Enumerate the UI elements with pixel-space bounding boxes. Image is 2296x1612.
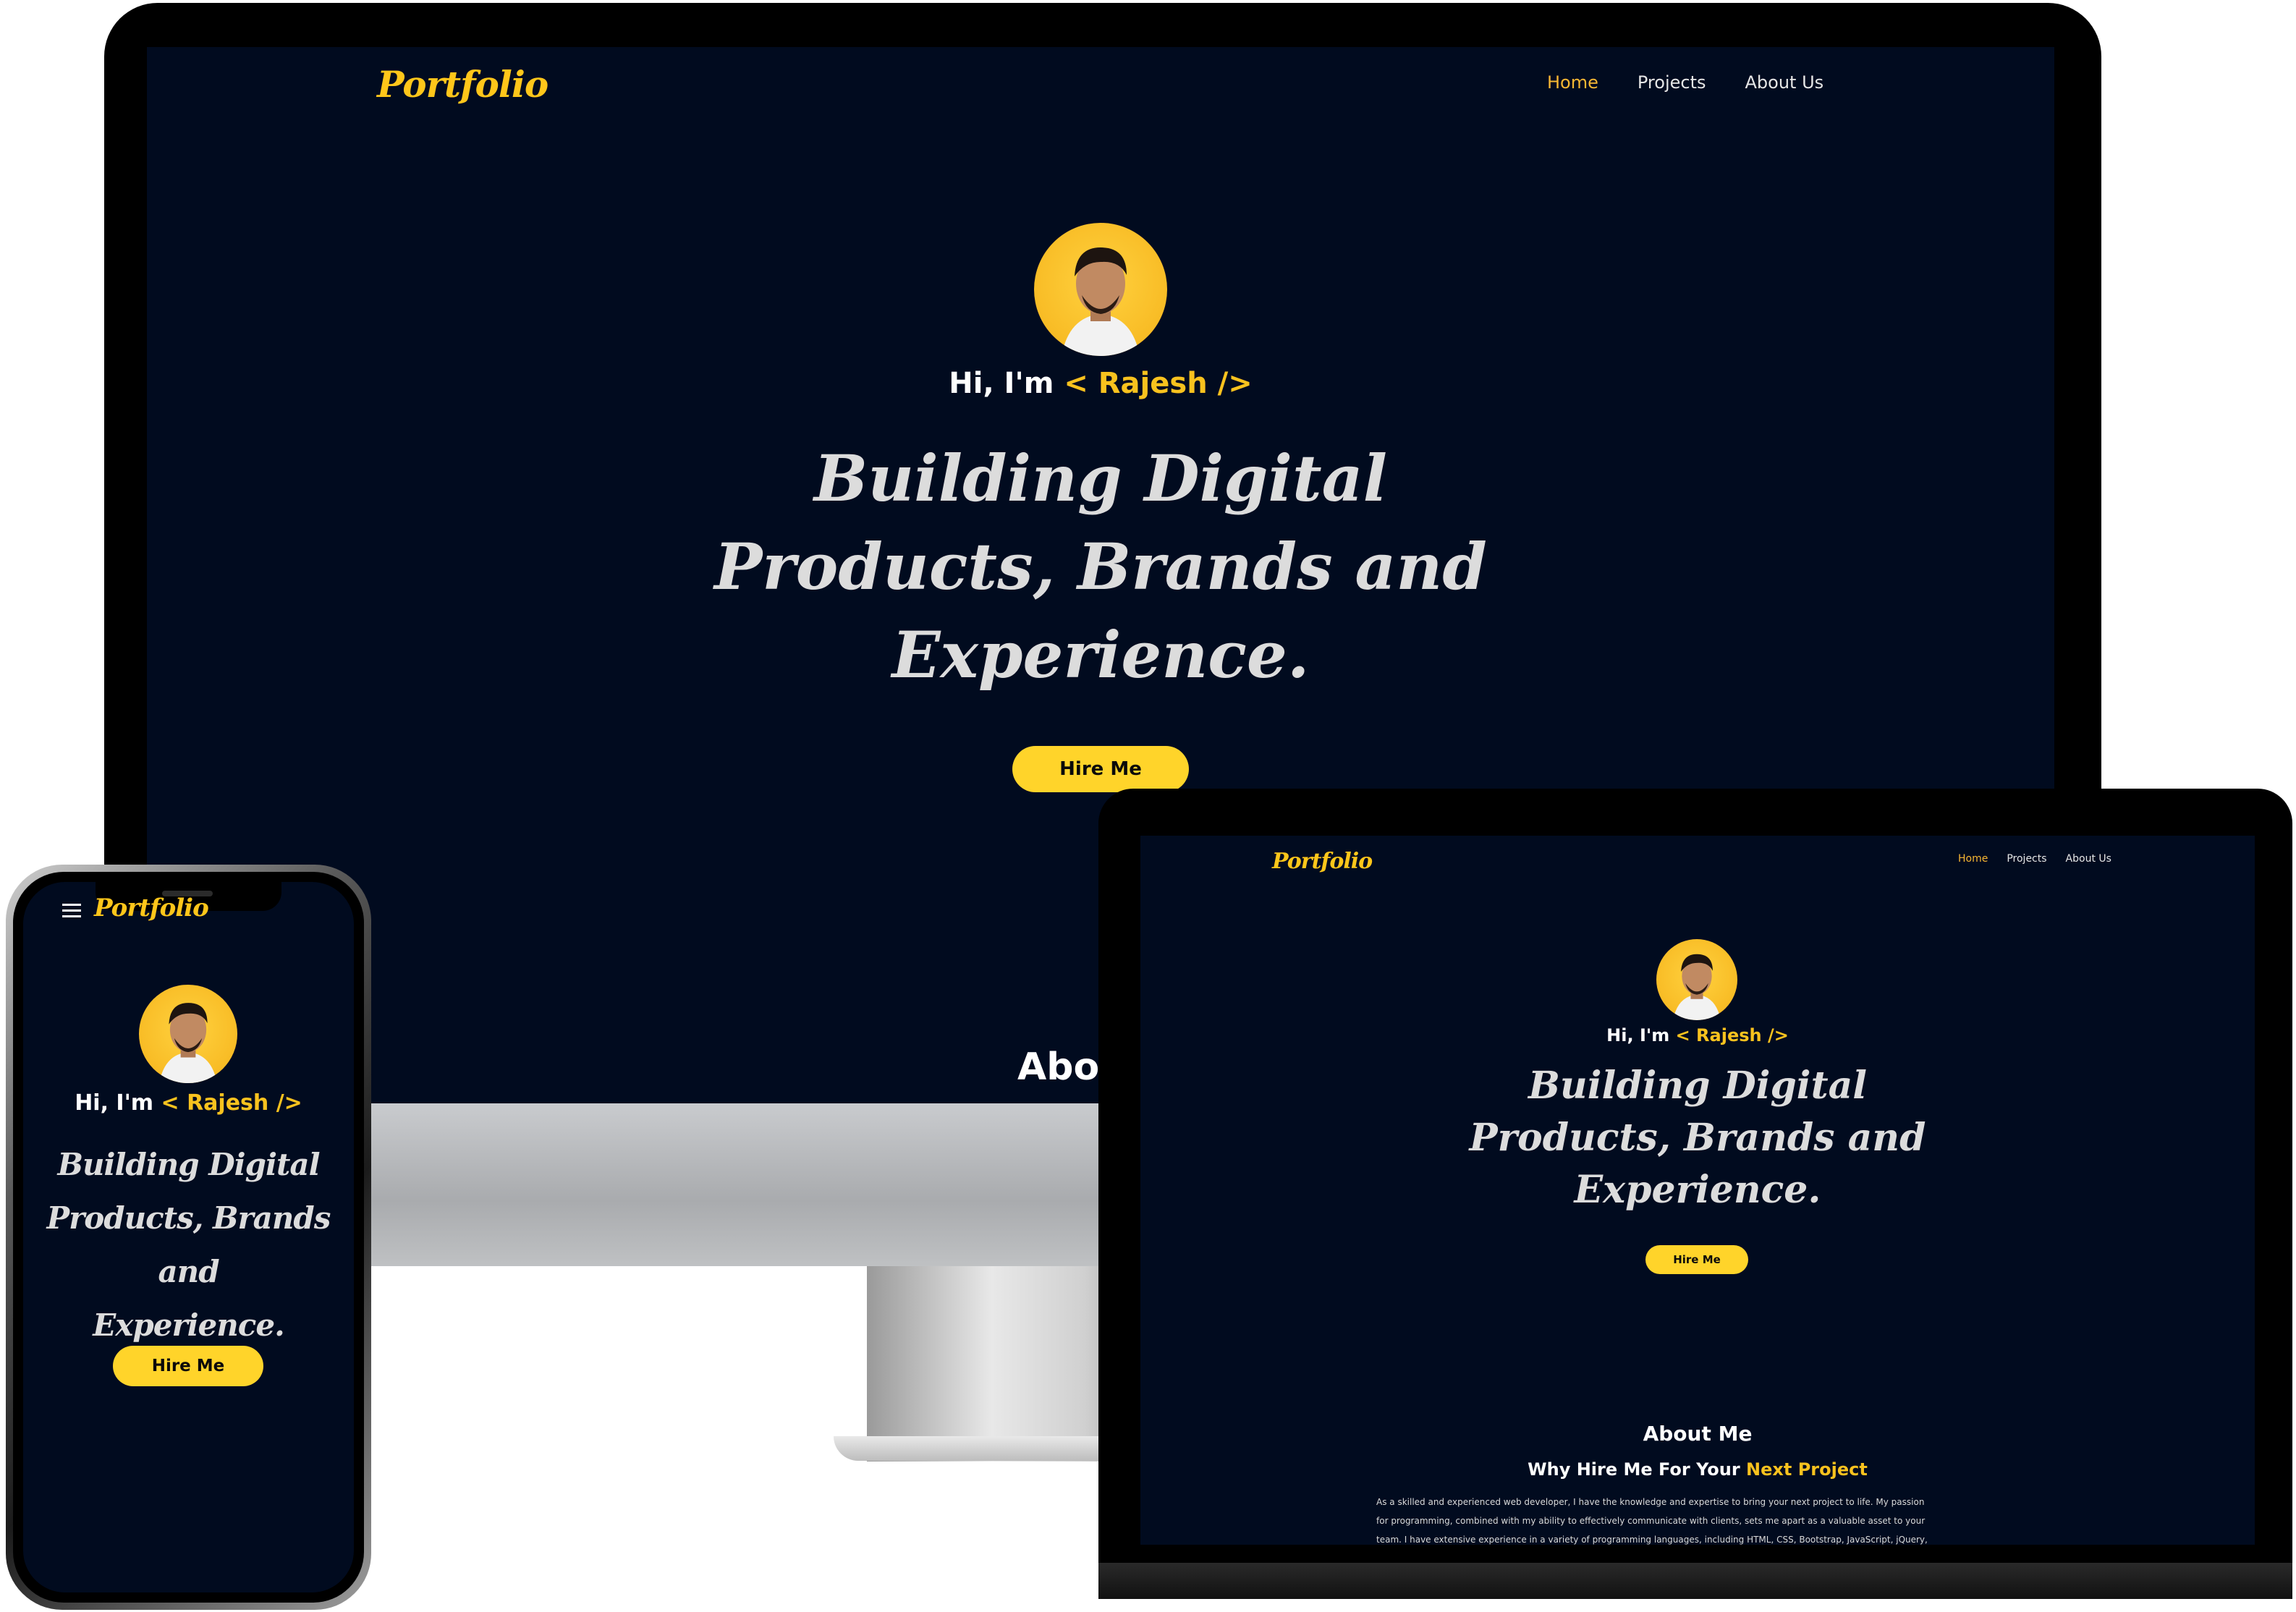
laptop-headline-line-2: Products, Brands and xyxy=(1469,1116,1926,1160)
about-line-1: As a skilled and experienced web develop… xyxy=(1376,1497,1925,1507)
nav-projects[interactable]: Projects xyxy=(1638,72,1706,93)
nav-about[interactable]: About Us xyxy=(1745,72,1824,93)
laptop-nav-projects[interactable]: Projects xyxy=(2007,853,2046,865)
desktop-logo[interactable]: Portfolio xyxy=(377,63,548,106)
phone-headline: Building Digital Products, Brands and Ex… xyxy=(23,1138,354,1352)
about-title: About Me xyxy=(1643,1422,1753,1446)
laptop-hire-button[interactable]: Hire Me xyxy=(1645,1245,1748,1274)
greeting-prefix: Hi, I'm xyxy=(949,367,1054,400)
about-subtitle-prefix: Why Hire Me For Your xyxy=(1528,1459,1740,1480)
laptop-nav-about[interactable]: About Us xyxy=(2066,853,2111,865)
laptop-base xyxy=(1098,1563,2292,1599)
desktop-nav: Home Projects About Us xyxy=(1547,72,1823,93)
desktop-greeting: Hi, I'm < Rajesh /> xyxy=(147,367,2054,400)
phone-hire-button[interactable]: Hire Me xyxy=(113,1346,263,1386)
laptop-greeting-prefix: Hi, I'm xyxy=(1606,1025,1670,1045)
about-line-3: team. I have extensive experience in a v… xyxy=(1376,1535,1928,1545)
greeting-name: < Rajesh /> xyxy=(1064,367,1253,400)
desktop-avatar xyxy=(1034,223,1167,356)
about-subtitle-highlight: Next Project xyxy=(1746,1459,1868,1480)
laptop-screen: Portfolio Home Projects About Us Hi, I'm… xyxy=(1140,836,2255,1545)
phone-headline-line-3: Experience. xyxy=(93,1307,284,1343)
phone-headline-line-2: Products, Brands and xyxy=(46,1200,331,1289)
laptop-nav: Home Projects About Us xyxy=(1958,853,2111,865)
phone-headline-line-1: Building Digital xyxy=(57,1147,320,1182)
phone-greeting: Hi, I'm < Rajesh /> xyxy=(23,1090,354,1116)
headline-line-3: Experience. xyxy=(891,617,1310,692)
laptop-headline-line-1: Building Digital xyxy=(1528,1064,1868,1108)
laptop-avatar xyxy=(1656,939,1737,1020)
phone-greeting-prefix: Hi, I'm xyxy=(75,1090,154,1116)
nav-home[interactable]: Home xyxy=(1547,72,1598,93)
headline-line-2: Products, Brands and xyxy=(714,529,1487,604)
laptop-greeting-name: < Rajesh /> xyxy=(1675,1025,1789,1045)
laptop-logo[interactable]: Portfolio xyxy=(1272,849,1373,874)
desktop-hire-button[interactable]: Hire Me xyxy=(1012,746,1189,792)
laptop-headline: Building Digital Products, Brands and Ex… xyxy=(1140,1060,2255,1216)
hamburger-menu-icon[interactable] xyxy=(62,902,81,918)
headline-line-1: Building Digital xyxy=(813,441,1388,516)
laptop-nav-home[interactable]: Home xyxy=(1958,853,1988,865)
about-text: As a skilled and experienced web develop… xyxy=(1376,1493,2028,1545)
phone-logo[interactable]: Portfolio xyxy=(94,894,209,922)
about-subtitle: Why Hire Me For Your Next Project xyxy=(1140,1459,2255,1480)
laptop-headline-line-3: Experience. xyxy=(1574,1168,1821,1212)
about-line-2: for programming, combined with my abilit… xyxy=(1376,1516,1926,1526)
phone-screen: Portfolio Hi, I'm < Rajesh /> Building D… xyxy=(23,882,354,1592)
phone-greeting-name: < Rajesh /> xyxy=(161,1090,302,1116)
desktop-headline: Building Digital Products, Brands and Ex… xyxy=(147,434,2054,699)
laptop-greeting: Hi, I'm < Rajesh /> xyxy=(1140,1025,2255,1045)
phone-avatar xyxy=(139,985,237,1083)
